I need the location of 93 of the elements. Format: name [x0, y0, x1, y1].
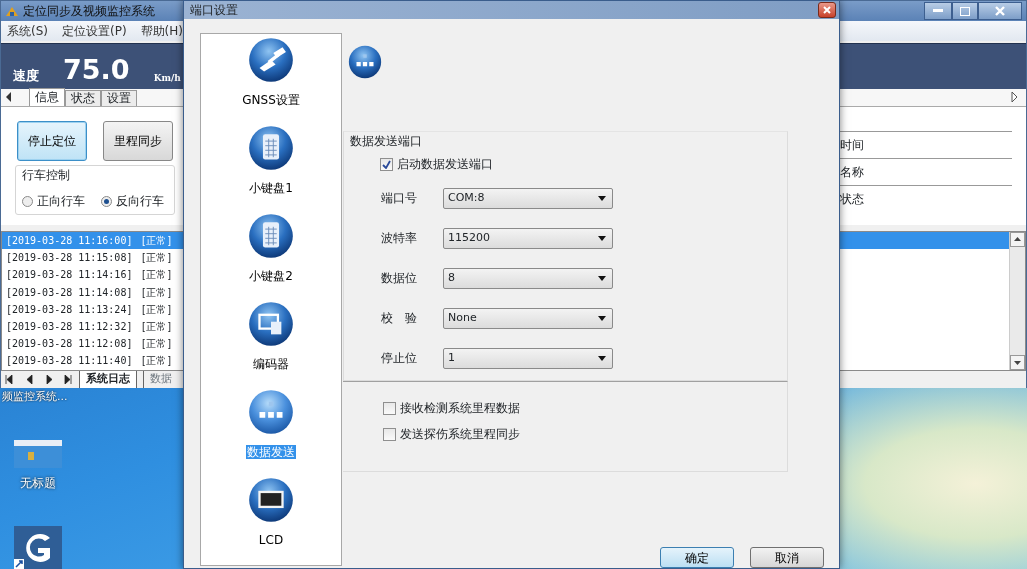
info-label: 状态 — [840, 192, 864, 206]
log-time: [2019-03-28 11:13:24] — [6, 302, 133, 317]
close-button[interactable] — [818, 2, 836, 18]
field-label: 停止位 — [381, 350, 418, 367]
minimize-icon — [933, 9, 943, 13]
log-status: [正常] — [140, 354, 173, 369]
speed-label: 速度 — [13, 66, 39, 85]
field-label: 数据位 — [381, 270, 418, 287]
log-time: [2019-03-28 11:12:08] — [6, 337, 133, 352]
checkbox[interactable] — [383, 401, 396, 415]
app-shortcut-icon[interactable] — [14, 526, 62, 569]
close-icon — [995, 6, 1005, 16]
nav-item[interactable]: 小键盘2 — [201, 213, 341, 301]
tab[interactable]: 信息 — [29, 88, 65, 106]
network-icon — [248, 389, 294, 435]
select-field[interactable]: 115200 — [443, 227, 613, 249]
restore-icon — [960, 6, 970, 16]
checkbox[interactable] — [380, 157, 393, 171]
checkmark-icon — [382, 159, 391, 169]
encoder-icon — [248, 301, 294, 347]
select-field[interactable]: 8 — [443, 267, 613, 289]
checkbox-label: 接收检测系统里程数据 — [400, 400, 520, 417]
window-icon[interactable] — [14, 440, 62, 468]
checkbox[interactable] — [383, 427, 396, 441]
dialog-title: 端口设置 — [190, 2, 238, 19]
checkbox-label: 发送探伤系统里程同步 — [400, 426, 520, 443]
info-label: 名称 — [840, 165, 864, 179]
desktop-icon-label: 无标题 — [20, 475, 56, 492]
scroll-left-icon[interactable] — [5, 92, 13, 102]
log-status: [正常] — [140, 268, 173, 283]
close-button[interactable] — [978, 2, 1022, 20]
dialog-button[interactable]: 取消 — [750, 547, 824, 568]
action-button[interactable]: 里程同步 — [103, 121, 173, 161]
network-icon — [348, 45, 382, 79]
scroll-right-icon[interactable] — [1010, 92, 1018, 102]
radio-label: 正向行车 — [37, 193, 85, 210]
desktop-caption: 频监控系统... — [2, 389, 68, 405]
tab[interactable]: 设置 — [101, 90, 137, 106]
scrollbar[interactable] — [1009, 232, 1025, 370]
dropdown-arrow-icon — [598, 315, 606, 321]
radio-label: 反向行车 — [116, 193, 164, 210]
log-status: [正常] — [140, 285, 173, 300]
tab[interactable]: 状态 — [65, 90, 101, 106]
sheet-tab[interactable]: 数据 — [143, 371, 178, 388]
menu-item[interactable]: 帮助(H) — [140, 22, 183, 40]
nav-item[interactable]: 小键盘1 — [201, 125, 341, 213]
checkbox-label: 启动数据发送端口 — [397, 156, 493, 173]
close-icon — [823, 6, 831, 14]
radio-button[interactable] — [22, 195, 33, 207]
navigation-arrows-icon[interactable] — [5, 375, 73, 384]
nav-item[interactable]: GNSS设置 — [201, 37, 341, 125]
action-button[interactable]: 停止定位 — [17, 121, 87, 161]
radio-button[interactable] — [101, 195, 112, 207]
log-time: [2019-03-28 11:16:00] — [6, 234, 133, 249]
log-status: [正常] — [140, 320, 173, 335]
group-title: 行车控制 — [22, 167, 71, 184]
select-field[interactable]: None — [443, 307, 613, 329]
field-label: 校 验 — [381, 310, 418, 327]
scroll-down-icon[interactable] — [1010, 355, 1025, 370]
menu-item[interactable]: 系统(S) — [7, 22, 48, 40]
log-time: [2019-03-28 11:11:40] — [6, 354, 133, 369]
sheet-tab[interactable]: 系统日志 — [79, 371, 137, 388]
speed-unit: Km/h — [153, 71, 181, 85]
dialog-button[interactable]: 确定 — [660, 547, 734, 568]
log-status: [正常] — [140, 251, 173, 266]
log-status: [正常] — [140, 337, 173, 352]
log-time: [2019-03-28 11:14:08] — [6, 285, 133, 300]
window-title: 定位同步及视频监控系统 — [23, 3, 155, 20]
restore-button[interactable] — [952, 2, 978, 20]
menu-item[interactable]: 定位设置(P) — [62, 22, 127, 40]
satellite-icon — [248, 37, 294, 83]
dropdown-arrow-icon — [598, 355, 606, 361]
field-label: 端口号 — [381, 190, 418, 207]
scroll-up-icon[interactable] — [1010, 232, 1025, 247]
log-time: [2019-03-28 11:12:32] — [6, 320, 133, 335]
select-field[interactable]: COM:8 — [443, 187, 613, 209]
dropdown-arrow-icon — [598, 275, 606, 281]
select-field[interactable]: 1 — [443, 347, 613, 369]
log-time: [2019-03-28 11:15:08] — [6, 251, 133, 266]
monitor-icon — [248, 477, 294, 523]
dropdown-arrow-icon — [598, 195, 606, 201]
dropdown-arrow-icon — [598, 235, 606, 241]
nav-item[interactable]: 编码器 — [201, 301, 341, 389]
info-label: 时间 — [840, 138, 864, 152]
minimize-button[interactable] — [924, 2, 952, 20]
keypad-icon — [248, 213, 294, 259]
keypad-icon — [248, 125, 294, 171]
log-status: [正常] — [140, 302, 173, 317]
field-label: 波特率 — [381, 230, 418, 247]
log-status: [正常] — [140, 234, 173, 249]
log-time: [2019-03-28 11:14:16] — [6, 268, 133, 283]
nav-item[interactable]: LCD — [201, 477, 341, 565]
speed-value: 75.0 — [63, 55, 130, 85]
